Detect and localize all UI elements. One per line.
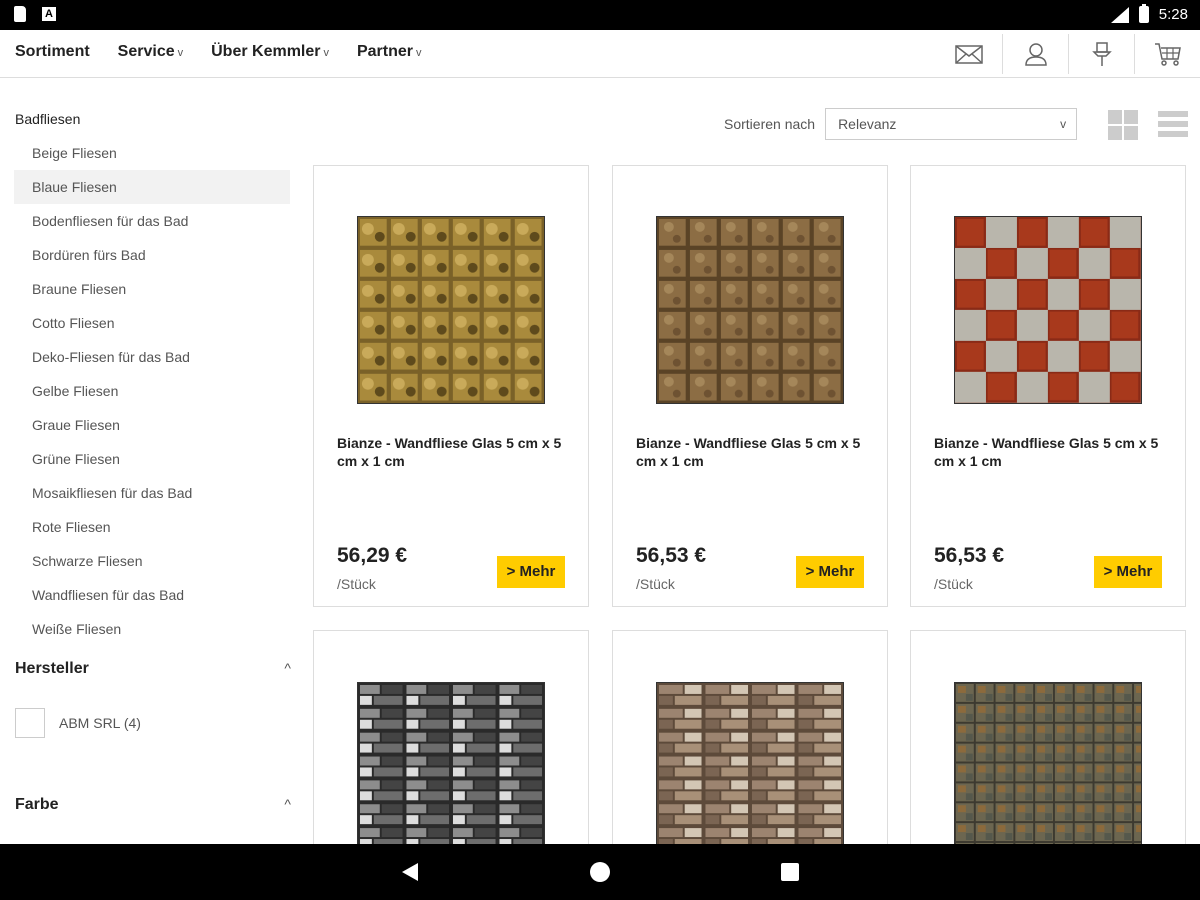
system-navigation-bar [0, 844, 1200, 900]
category-item[interactable]: Deko-Fliesen für das Bad [14, 340, 290, 374]
product-name[interactable]: Bianze - Wandfliese Glas 5 cm x 5 cm x 1… [636, 434, 876, 470]
chevron-down-icon: v [177, 47, 184, 59]
product-image[interactable] [656, 216, 844, 404]
top-navigation: Sortiment Service v Über Kemmler v Partner… [0, 30, 1200, 78]
manufacturer-checkbox[interactable] [15, 708, 45, 738]
product-image[interactable] [954, 216, 1142, 404]
more-button[interactable]: > Mehr [796, 556, 864, 588]
mail-button[interactable] [936, 34, 1002, 74]
category-item[interactable]: Mosaikfliesen für das Bad [14, 476, 290, 510]
category-item[interactable]: Braune Fliesen [14, 272, 290, 306]
status-bar: A 5:28 [0, 0, 1200, 30]
product-unit: /Stück [337, 576, 376, 592]
product-card[interactable]: Bianze - Wandfliese Glas 5 cm x 5 cm x 1… [910, 165, 1186, 607]
nav-ueber-kemmler[interactable]: Über Kemmler v [211, 43, 329, 61]
grid-view-icon[interactable] [1108, 110, 1138, 140]
category-item[interactable]: Bordüren fürs Bad [14, 238, 290, 272]
product-image[interactable] [357, 216, 545, 404]
product-price: 56,53 € [934, 544, 1005, 567]
sort-label: Sortieren nach [724, 116, 816, 132]
chevron-down-icon: v [1060, 117, 1067, 131]
manufacturer-option[interactable]: ABM SRL (4) [15, 708, 141, 738]
product-price: 56,53 € [636, 544, 707, 567]
battery-icon [1138, 4, 1149, 23]
product-card[interactable] [313, 630, 589, 845]
product-card[interactable] [910, 630, 1186, 845]
category-list: Beige Fliesen Blaue Fliesen Bodenfliesen… [14, 136, 290, 646]
product-image[interactable] [357, 682, 545, 845]
chevron-down-icon: v [416, 47, 422, 59]
signal-icon [1110, 6, 1129, 23]
category-item[interactable]: Grüne Fliesen [14, 442, 290, 476]
user-icon [1024, 43, 1047, 66]
account-button[interactable] [1002, 34, 1068, 74]
category-item[interactable]: Wandfliesen für das Bad [14, 578, 290, 612]
category-item[interactable]: Beige Fliesen [14, 136, 290, 170]
category-item[interactable]: Bodenfliesen für das Bad [14, 204, 290, 238]
nav-sortiment[interactable]: Sortiment [15, 43, 90, 61]
product-unit: /Stück [934, 576, 973, 592]
sort-bar: Sortieren nach Relevanz v [724, 108, 1078, 140]
chevron-up-icon: ^ [284, 660, 291, 676]
category-item-active[interactable]: Blaue Fliesen [14, 170, 290, 204]
clock: 5:28 [1158, 6, 1188, 23]
shopping-cart-icon [1154, 43, 1181, 66]
facet-farbe[interactable]: Farbe ^ [15, 796, 291, 814]
category-item[interactable]: Rote Fliesen [14, 510, 290, 544]
recent-apps-icon[interactable] [781, 863, 799, 881]
product-image[interactable] [656, 682, 844, 845]
category-item[interactable]: Schwarze Fliesen [14, 544, 290, 578]
list-view-icon[interactable] [1158, 111, 1188, 139]
category-item[interactable]: Gelbe Fliesen [14, 374, 290, 408]
more-button[interactable]: > Mehr [1094, 556, 1162, 588]
chevron-up-icon: ^ [284, 796, 291, 812]
pin-icon [1091, 42, 1112, 66]
category-item[interactable]: Weiße Fliesen [14, 612, 290, 646]
category-item[interactable]: Cotto Fliesen [14, 306, 290, 340]
product-name[interactable]: Bianze - Wandfliese Glas 5 cm x 5 cm x 1… [934, 434, 1174, 470]
product-card[interactable]: Bianze - Wandfliese Glas 5 cm x 5 cm x 1… [612, 165, 888, 607]
product-card[interactable] [612, 630, 888, 845]
more-button[interactable]: > Mehr [497, 556, 565, 588]
category-item[interactable]: Graue Fliesen [14, 408, 290, 442]
pin-button[interactable] [1068, 34, 1134, 74]
product-unit: /Stück [636, 576, 675, 592]
chevron-down-icon: v [323, 47, 329, 59]
sort-select[interactable]: Relevanz v [825, 108, 1078, 140]
home-icon[interactable] [590, 862, 610, 882]
notification-a-icon: A [42, 7, 56, 21]
category-title[interactable]: Badfliesen [15, 111, 80, 127]
sd-card-icon [14, 6, 26, 22]
product-price: 56,29 € [337, 544, 408, 567]
facet-hersteller[interactable]: Hersteller ^ [15, 660, 291, 678]
filter-sidebar: Badfliesen Beige Fliesen Blaue Fliesen B… [0, 78, 300, 844]
mail-icon [955, 45, 983, 64]
back-icon[interactable] [402, 863, 418, 881]
product-card[interactable]: Bianze - Wandfliese Glas 5 cm x 5 cm x 1… [313, 165, 589, 607]
nav-service[interactable]: Service v [118, 43, 183, 61]
nav-partner[interactable]: Partner v [357, 43, 422, 61]
cart-button[interactable] [1134, 34, 1200, 74]
product-image[interactable] [954, 682, 1142, 845]
product-name[interactable]: Bianze - Wandfliese Glas 5 cm x 5 cm x 1… [337, 434, 577, 470]
